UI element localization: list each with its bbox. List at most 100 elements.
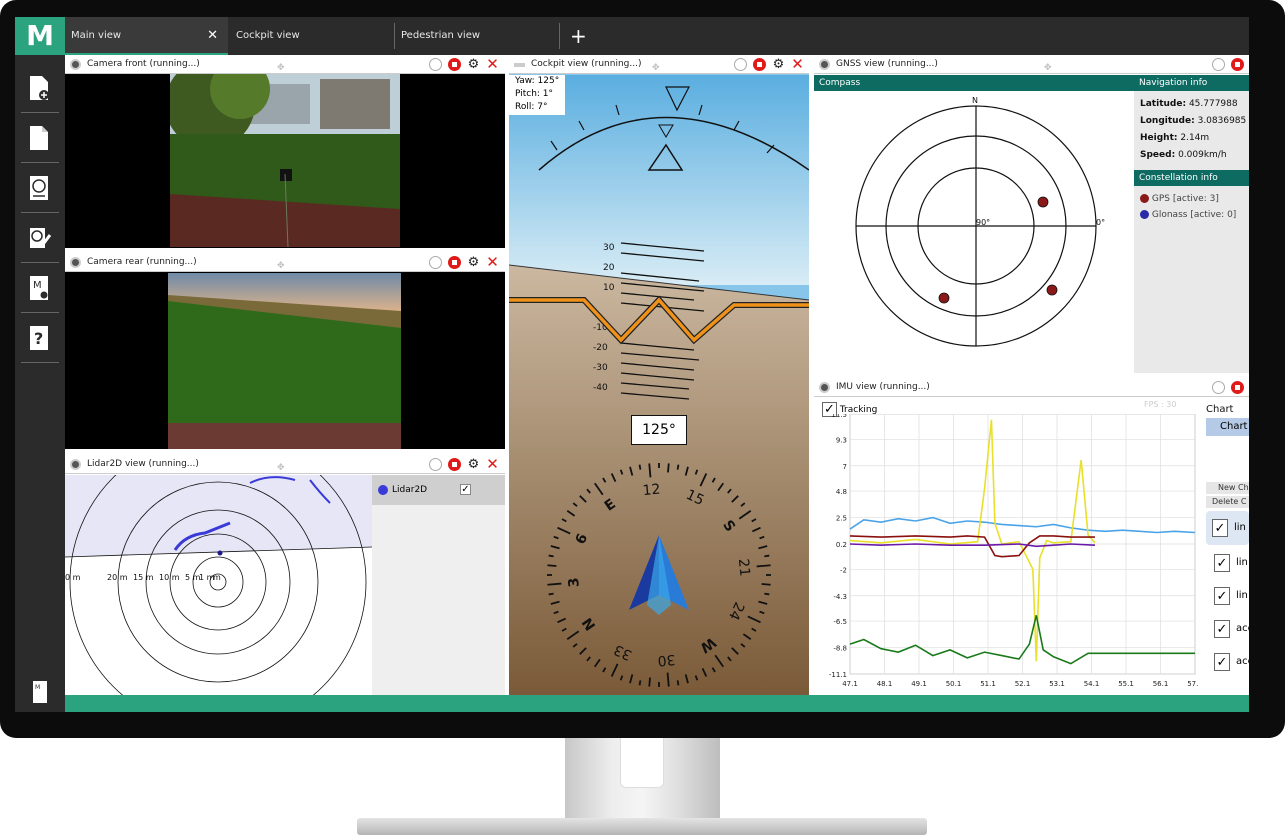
stop-button[interactable] (448, 256, 461, 269)
compass-tick (676, 464, 680, 470)
compass-tick (594, 482, 604, 496)
gear-icon[interactable]: ⚙ (467, 58, 480, 71)
add-tab-button[interactable]: + (570, 17, 587, 55)
series-checkbox[interactable]: ✓ (1214, 620, 1230, 638)
range-label: 10 m (159, 573, 180, 582)
range-label: 0 m (65, 573, 81, 582)
compass-tick (557, 617, 567, 624)
stop-button[interactable] (448, 58, 461, 71)
play-button[interactable] (429, 256, 442, 269)
tab-label: Cockpit view (236, 30, 300, 41)
tab-separator (559, 23, 560, 49)
panel-title: IMU view (running...) (836, 382, 930, 392)
stop-button[interactable] (753, 58, 766, 71)
help-icon[interactable]: ? (27, 325, 51, 351)
pitch-label: -20 (593, 343, 608, 353)
app-screen: M Main view ✕ Cockpit view Pedestrian vi… (15, 17, 1249, 712)
compass-label: S (719, 518, 738, 535)
compass-tick (731, 495, 739, 503)
new-file-icon[interactable] (27, 75, 51, 101)
stop-button[interactable] (1231, 381, 1244, 394)
compass-tick (761, 583, 771, 586)
legend-checkbox[interactable]: ✓ (460, 484, 471, 495)
gear-icon[interactable]: ⚙ (467, 458, 480, 471)
imu-panel: IMU view (running...) ✓ Tracking FPS : 3… (814, 378, 1249, 695)
play-button[interactable] (429, 58, 442, 71)
play-button[interactable] (1212, 381, 1225, 394)
compass-tick (579, 647, 587, 655)
compass-label: N (579, 614, 599, 633)
series-checkbox[interactable]: ✓ (1212, 519, 1228, 537)
series-label: acc (1236, 623, 1249, 634)
map-settings-icon[interactable]: M (27, 275, 51, 301)
close-icon[interactable]: ✕ (207, 17, 218, 55)
camera-rear-panel: Camera rear (running...) ✥ ⚙ ✕ (65, 253, 505, 449)
stop-button[interactable] (448, 458, 461, 471)
compass-tick (648, 677, 651, 687)
x-tick-label: 54.1 (1084, 680, 1100, 688)
compass-label: W (697, 634, 719, 656)
series-row[interactable]: ✓ acc (1206, 649, 1249, 677)
plane-icon (514, 63, 525, 67)
series-checkbox[interactable]: ✓ (1214, 653, 1230, 671)
heading-compass: 12 15 S 21 24 W 30 33 N 3 6E (547, 463, 771, 687)
compass-tick (751, 518, 757, 523)
compass-tick (751, 526, 761, 533)
compass-tick (619, 675, 624, 681)
sidebar: M ? M (15, 55, 65, 712)
satellite-icon (819, 59, 830, 70)
close-icon[interactable]: ✕ (791, 57, 804, 72)
series-checkbox[interactable]: ✓ (1214, 554, 1230, 572)
series-label: acc (1236, 656, 1249, 667)
y-tick-label: -6.5 (833, 618, 847, 626)
series-row[interactable]: ✓ lin (1206, 550, 1249, 578)
gnss-panel: GNSS view (running...) ✥ Compass N 90° 0… (814, 55, 1249, 373)
svg-text:?: ? (34, 329, 43, 348)
compass-tick (619, 469, 624, 475)
tab-cockpit-view[interactable]: Cockpit view (230, 17, 393, 55)
azimuth-label: 0° (1096, 218, 1105, 227)
compass-tick (742, 633, 752, 640)
tab-main-view[interactable]: Main view ✕ (65, 17, 228, 55)
play-button[interactable] (429, 458, 442, 471)
tab-pedestrian-view[interactable]: Pedestrian view (395, 17, 558, 55)
compass-tick (694, 675, 699, 681)
sensor-recorder-icon[interactable] (27, 175, 51, 201)
series-row[interactable]: ✓ lin (1206, 583, 1249, 611)
new-chart-button[interactable]: New Ch (1206, 482, 1249, 494)
close-icon[interactable]: ✕ (486, 255, 499, 270)
elevation-label: 90° (976, 218, 990, 227)
play-button[interactable] (734, 58, 747, 71)
compass-tick (548, 592, 554, 596)
camera-front-image (170, 74, 400, 247)
edit-sensor-icon[interactable] (27, 225, 51, 251)
status-bar (65, 695, 1249, 712)
play-button[interactable] (1212, 58, 1225, 71)
glonass-row: Glonass [active: 0] (1140, 207, 1249, 223)
compass-tick (764, 554, 770, 558)
compass-tick (717, 482, 724, 492)
series-row-selected[interactable]: ✓ lin (1206, 511, 1249, 545)
series-checkbox[interactable]: ✓ (1214, 587, 1230, 605)
glonass-dot (1140, 210, 1149, 219)
series-row[interactable]: ✓ acc (1206, 616, 1249, 644)
chart-button[interactable]: Chart (1206, 418, 1249, 436)
compass-tick (759, 610, 765, 615)
panel-header: IMU view (running...) (814, 378, 1249, 397)
document-icon[interactable] (27, 125, 51, 151)
heading-readout: 125° (631, 415, 687, 445)
close-icon[interactable]: ✕ (486, 57, 499, 72)
compass-tick (727, 656, 732, 662)
gear-icon[interactable]: ⚙ (772, 58, 785, 71)
delete-chart-button[interactable]: Delete C (1206, 496, 1249, 508)
gear-icon[interactable]: ⚙ (467, 256, 480, 269)
manual-icon[interactable]: M (32, 680, 48, 704)
north-label: N (972, 96, 978, 105)
stop-button[interactable] (1231, 58, 1244, 71)
compass-tick (666, 672, 670, 687)
y-tick-label: -11.1 (829, 671, 847, 679)
legend-row-lidar2d[interactable]: Lidar2D ✓ (372, 475, 505, 505)
y-tick-label: 9.3 (836, 436, 847, 444)
nav-info-header: Navigation info (1134, 75, 1249, 91)
close-icon[interactable]: ✕ (486, 457, 499, 472)
